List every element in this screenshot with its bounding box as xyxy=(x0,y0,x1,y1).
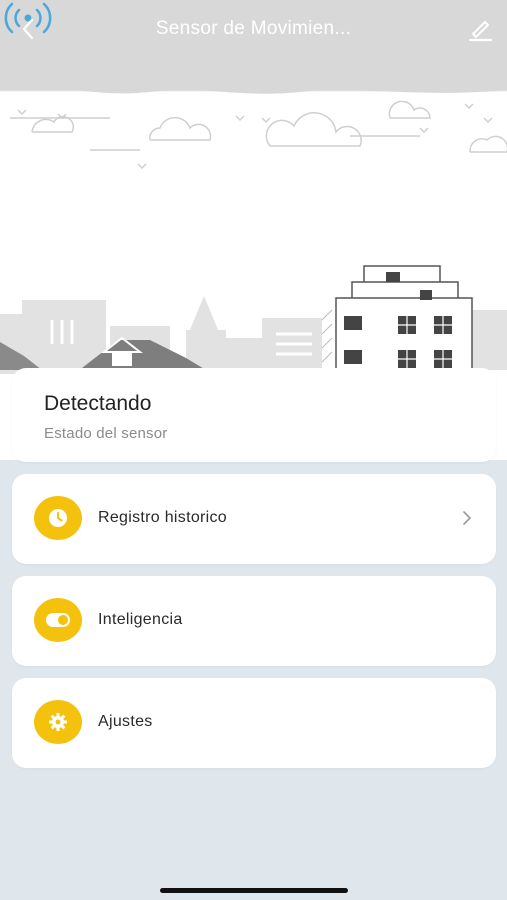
back-icon[interactable] xyxy=(14,14,44,44)
sensor-status-card: Detectando Estado del sensor xyxy=(12,368,496,462)
menu-item-intelligence[interactable]: Inteligencia xyxy=(12,576,496,666)
page-title: Sensor de Movimien... xyxy=(155,18,352,39)
menu-item-settings-label: Ajustes xyxy=(98,713,153,730)
sensor-status-label: Estado del sensor xyxy=(44,425,168,442)
toggle-icon xyxy=(34,598,82,642)
menu-item-settings[interactable]: Ajustes xyxy=(12,678,496,768)
clock-icon xyxy=(34,496,82,540)
menu-item-intelligence-label: Inteligencia xyxy=(98,611,183,628)
chevron-right-icon xyxy=(463,511,471,525)
top-bar: Sensor de Movimien... xyxy=(0,0,507,58)
gear-icon xyxy=(34,700,82,744)
home-indicator xyxy=(160,888,348,893)
menu-item-history-label: Registro historico xyxy=(98,509,228,526)
menu-item-history[interactable]: Registro historico xyxy=(12,474,496,564)
edit-icon[interactable] xyxy=(465,14,495,44)
sensor-status-value: Detectando xyxy=(44,392,152,415)
